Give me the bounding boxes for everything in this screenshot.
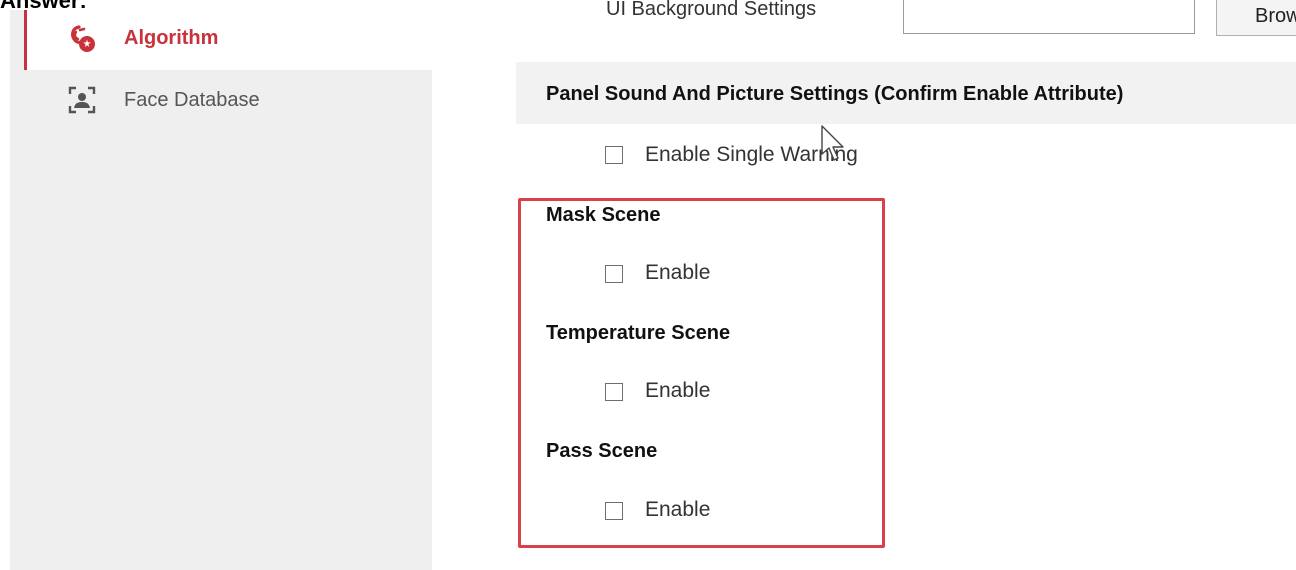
single-warning-checkbox[interactable]	[605, 146, 623, 164]
sidebar-item-label: Face Database	[124, 88, 260, 111]
browse-button[interactable]: Browse	[1216, 0, 1296, 36]
panel-settings-title: Panel Sound And Picture Settings (Confir…	[546, 83, 1124, 105]
ui-background-path-input[interactable]	[903, 0, 1195, 34]
panel-settings-header: Panel Sound And Picture Settings (Confir…	[516, 62, 1296, 124]
active-indicator-bar	[24, 10, 27, 70]
sidebar-item-algorithm[interactable]: Algorithm	[66, 22, 218, 54]
algorithm-icon	[66, 22, 98, 54]
mouse-cursor-icon	[821, 125, 844, 161]
sidebar-item-face-database[interactable]: Face Database	[66, 84, 260, 116]
face-database-icon	[66, 84, 98, 116]
scene-settings-highlight-box	[518, 198, 885, 548]
ui-background-label: UI Background Settings	[606, 0, 817, 20]
sidebar-item-label: Algorithm	[124, 26, 219, 49]
